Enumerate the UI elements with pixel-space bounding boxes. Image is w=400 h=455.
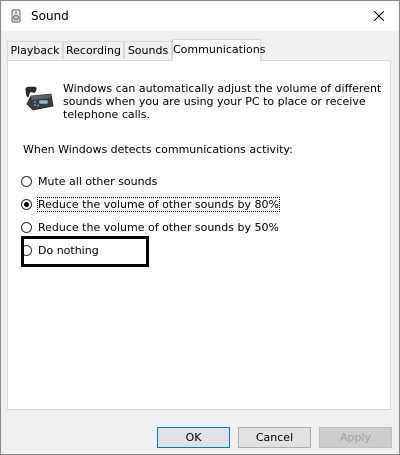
telephone-icon: [25, 86, 54, 111]
close-button[interactable]: [359, 1, 399, 31]
cancel-button[interactable]: Cancel: [238, 427, 311, 448]
apply-button[interactable]: Apply: [319, 427, 392, 448]
close-icon: [374, 11, 384, 21]
option-reduce-50[interactable]: Reduce the volume of other sounds by 50%: [21, 219, 279, 235]
radio-button-selected[interactable]: [21, 198, 32, 210]
description-line: telephone calls.: [63, 108, 150, 121]
activity-label: When Windows detects communications acti…: [23, 143, 293, 156]
option-label: Mute all other sounds: [38, 174, 158, 188]
highlight-annotation: [21, 236, 149, 267]
ok-button[interactable]: OK: [157, 427, 230, 448]
radio-button[interactable]: [21, 221, 32, 233]
tab-sounds[interactable]: Sounds: [124, 41, 172, 59]
tab-playback[interactable]: Playback: [7, 41, 63, 59]
radio-button[interactable]: [21, 175, 32, 187]
option-label: Reduce the volume of other sounds by 50%: [38, 220, 279, 234]
title-bar: Sound: [1, 1, 399, 31]
option-reduce-80[interactable]: Reduce the volume of other sounds by 80%: [21, 196, 280, 212]
description-line: sounds when you are using your PC to pla…: [63, 95, 366, 108]
speaker-icon: [11, 9, 21, 23]
option-label: Reduce the volume of other sounds by 80%: [37, 196, 280, 212]
tab-recording[interactable]: Recording: [63, 41, 124, 59]
description-text: Windows can automatically adjust the vol…: [63, 82, 382, 121]
sound-dialog: Sound Playback Recording Sounds Communic…: [0, 0, 400, 455]
description-line: Windows can automatically adjust the vol…: [63, 82, 382, 95]
option-mute-all[interactable]: Mute all other sounds: [21, 173, 157, 189]
tab-communications[interactable]: Communications: [172, 39, 265, 61]
window-title: Sound: [31, 9, 69, 23]
communications-panel: Windows can automatically adjust the vol…: [7, 60, 391, 410]
